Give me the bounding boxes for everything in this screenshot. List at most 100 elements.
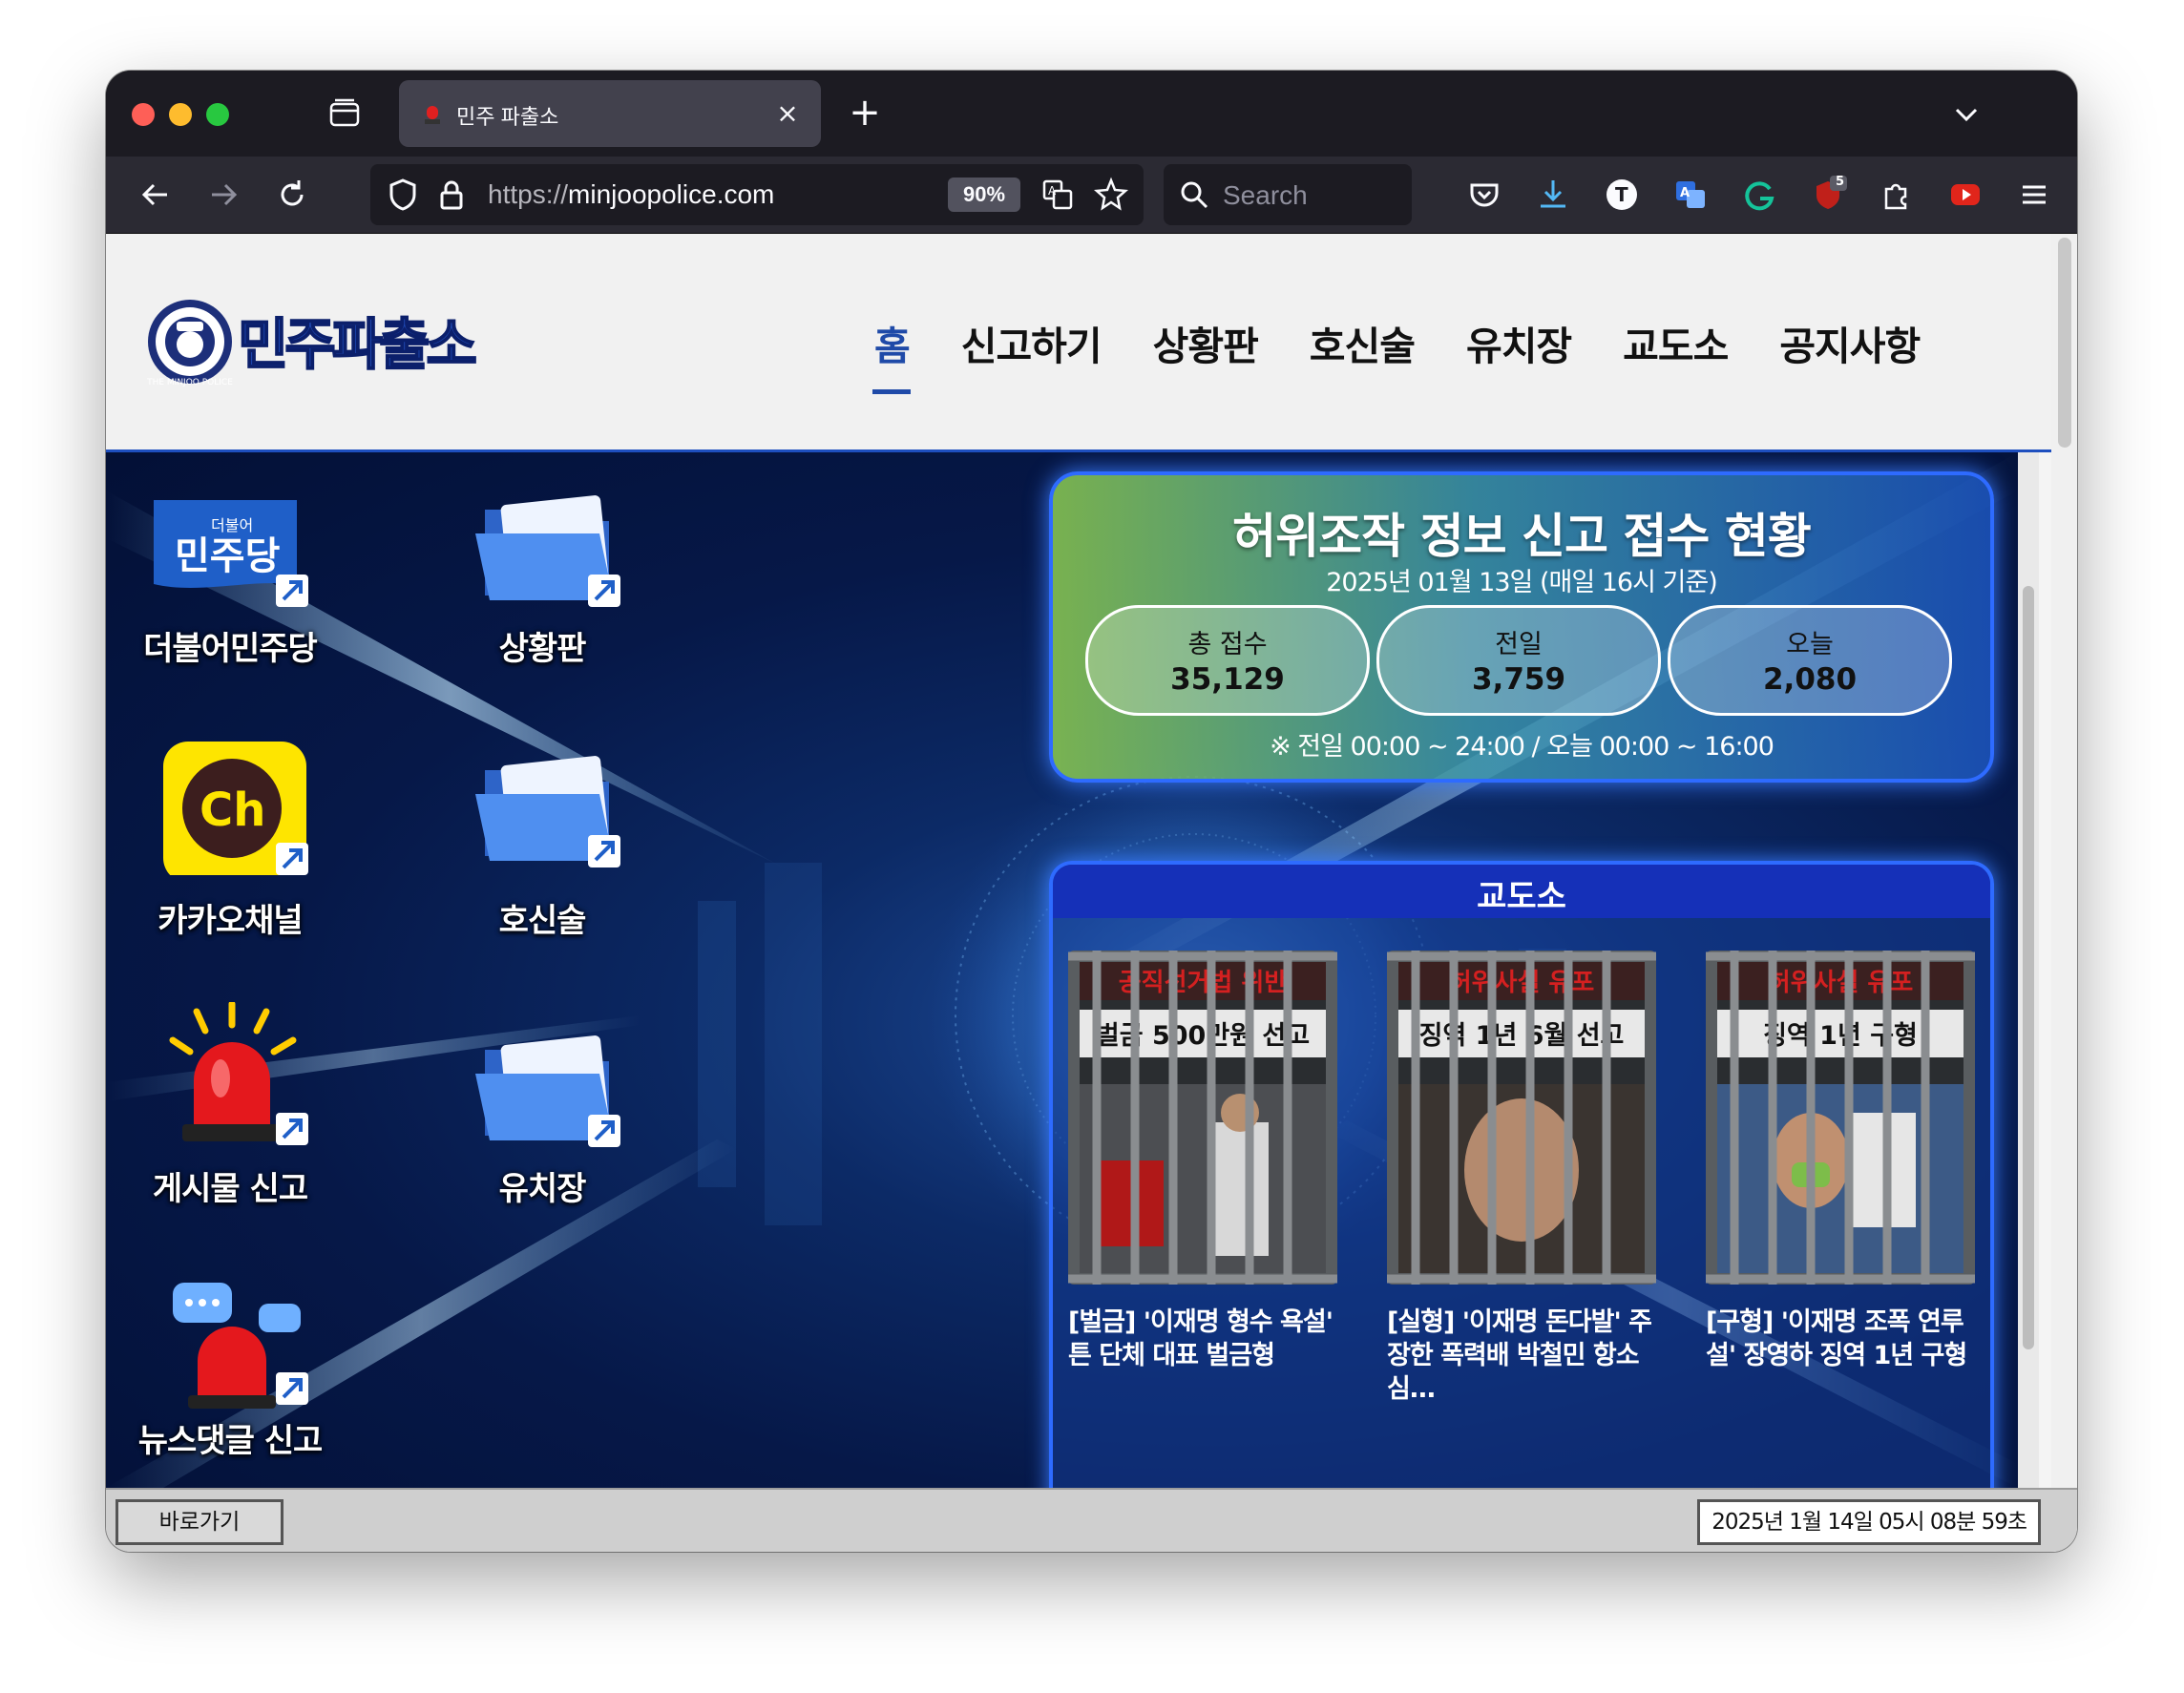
desktop-icon-label: 게시물 신고 — [152, 1170, 308, 1208]
stat-label: 전일 — [1495, 630, 1543, 659]
desktop-icon-label: 호신술 — [498, 902, 587, 940]
nav-self-defense[interactable]: 호신술 — [1284, 314, 1440, 371]
siren-icon — [169, 1002, 308, 1145]
hamburger-menu-icon[interactable] — [2015, 176, 2053, 214]
url-text[interactable]: https://minjoopolice.com — [488, 179, 774, 210]
siren-chat-icon — [173, 1283, 308, 1409]
page-scrollbar[interactable] — [2051, 234, 2077, 1552]
navigation-toolbar: https://minjoopolice.com 90% A Search T … — [106, 157, 2077, 234]
close-window-button[interactable] — [132, 103, 155, 126]
stat-yesterday: 전일 3,759 — [1376, 605, 1661, 716]
svg-text:T: T — [1615, 183, 1628, 206]
close-tab-icon[interactable]: × — [773, 99, 802, 128]
extension-badge: 5 — [1836, 175, 1845, 189]
prison-card-caption[interactable]: [실형] '이재명 돈다발' 주장한 폭력배 박철민 항소심… — [1387, 1306, 1656, 1406]
logo-wordmark: 민주파출소 — [238, 312, 475, 377]
bottom-status-bar: 바로가기 2025년 1월 14일 05시 08분 59초 — [106, 1488, 2077, 1552]
search-bar[interactable]: Search — [1164, 164, 1412, 225]
t-extension-icon[interactable]: T — [1603, 176, 1641, 214]
svg-text:민주당: 민주당 — [175, 534, 281, 578]
zoom-level-badge[interactable]: 90% — [948, 178, 1020, 212]
prison-card[interactable]: 공직선거법 위반 벌금 500만원 선고 [벌금] '이재명 형수 욕설' 튼 … — [1068, 951, 1337, 1372]
chevron-down-icon[interactable] — [1947, 95, 1985, 134]
folder-icon — [475, 756, 620, 867]
svg-text:THE MINJOO POLICE: THE MINJOO POLICE — [146, 378, 233, 387]
prison-card-image: 허위사실 유포 징역 1년 구형 — [1706, 951, 1975, 1285]
folder-icon — [475, 1035, 620, 1147]
download-icon[interactable] — [1534, 176, 1572, 214]
prison-card-image: 허위사실 유포 징역 1년 6월 선고 — [1387, 951, 1656, 1285]
forward-arrow-icon[interactable] — [204, 176, 242, 214]
zoom-window-button[interactable] — [206, 103, 229, 126]
lock-icon[interactable] — [432, 176, 471, 214]
stat-total: 총 접수 35,129 — [1085, 605, 1370, 716]
search-placeholder: Search — [1223, 180, 1308, 210]
hero-scroll-thumb[interactable] — [2023, 586, 2034, 1349]
stat-today: 오늘 2,080 — [1668, 605, 1952, 716]
nav-dashboard[interactable]: 상황판 — [1127, 314, 1284, 371]
grammarly-icon[interactable] — [1740, 176, 1778, 214]
desktop-icon-label: 유치장 — [498, 1170, 587, 1208]
reload-icon[interactable] — [273, 176, 311, 214]
stats-title: 허위조작 정보 신고 접수 현황 — [1232, 509, 1812, 564]
desktop-icon-label: 카카오채널 — [158, 902, 303, 940]
svg-text:Ch: Ch — [200, 784, 265, 837]
svg-text:A: A — [1048, 184, 1057, 198]
prison-card[interactable]: 허위사실 유포 징역 1년 구형 [구형] '이재명 조폭 연루설' 장영하 징… — [1706, 951, 1975, 1372]
back-arrow-icon[interactable] — [136, 176, 175, 214]
desktop-icon-detention[interactable]: 유치장 — [428, 1002, 657, 1222]
desktop-icon-label: 뉴스댓글 신고 — [137, 1422, 324, 1460]
svg-text:징역 1년 구형: 징역 1년 구형 — [1763, 1021, 1918, 1051]
page-scroll-thumb[interactable] — [2058, 238, 2071, 448]
pocket-icon[interactable] — [1465, 176, 1503, 214]
minjoo-police-logo[interactable]: THE MINJOO POLICE 민주파출소 — [144, 289, 507, 394]
url-bar[interactable]: https://minjoopolice.com 90% A — [370, 164, 1144, 225]
desktop-icon-post-report[interactable]: 게시물 신고 — [116, 1002, 345, 1222]
title-bar: 민주 파출소 × + — [106, 71, 2077, 157]
prison-card-image: 공직선거법 위반 벌금 500만원 선고 — [1068, 951, 1337, 1285]
svg-text:더불어: 더불어 — [211, 516, 253, 534]
youtube-extension-icon[interactable] — [1946, 176, 1984, 214]
stat-label: 총 접수 — [1187, 630, 1268, 659]
svg-text:공직선거법 위반: 공직선거법 위반 — [1119, 969, 1288, 997]
minjoo-party-logo-icon: 더불어 민주당 — [154, 500, 308, 607]
stat-label: 오늘 — [1786, 630, 1834, 659]
shield-icon[interactable] — [384, 176, 422, 214]
nav-notice[interactable]: 공지사항 — [1754, 314, 1945, 371]
desktop-icon-label: 더불어민주당 — [143, 630, 318, 668]
stat-value: 3,759 — [1471, 662, 1566, 697]
nav-detention[interactable]: 유치장 — [1440, 314, 1597, 371]
desktop-icon-minjoo-party[interactable]: 더불어 민주당 더불어민주당 — [116, 481, 345, 700]
search-icon — [1181, 181, 1208, 209]
report-stats-panel: 허위조작 정보 신고 접수 현황 2025년 01월 13일 (매일 16시 기… — [1049, 471, 1994, 783]
prison-card[interactable]: 허위사실 유포 징역 1년 6월 선고 [실형] '이재명 돈다발' 주장한 폭… — [1387, 951, 1656, 1406]
prison-card-caption[interactable]: [벌금] '이재명 형수 욕설' 튼 단체 대표 벌금형 — [1068, 1306, 1337, 1372]
shortcut-button[interactable]: 바로가기 — [116, 1499, 284, 1545]
bookmark-star-icon[interactable] — [1092, 176, 1130, 214]
tab-active[interactable]: 민주 파출소 × — [399, 80, 821, 147]
svg-text:A: A — [1680, 186, 1690, 200]
minimize-window-button[interactable] — [169, 103, 192, 126]
prison-panel: 교도소 공직선거법 위반 벌금 500만원 선고 [벌금] '이재명 형수 욕설… — [1049, 861, 1994, 1488]
hero-scrollbar[interactable] — [2018, 452, 2039, 1488]
desktop-icon-news-comment-report[interactable]: 뉴스댓글 신고 — [116, 1275, 345, 1488]
site-header: THE MINJOO POLICE 민주파출소 홈 신고하기 상황판 호신술 유… — [106, 234, 2051, 452]
desktop-icon-dashboard[interactable]: 상황판 — [428, 481, 657, 700]
translator-extension-icon[interactable]: A — [1671, 176, 1710, 214]
prison-title: 교도소 — [1477, 878, 1566, 916]
tab-overview-icon[interactable] — [328, 97, 361, 130]
desktop-icon-kakao-channel[interactable]: Ch 카카오채널 — [116, 742, 345, 961]
new-tab-button[interactable]: + — [844, 92, 886, 134]
nav-report[interactable]: 신고하기 — [935, 314, 1127, 371]
nav-prison[interactable]: 교도소 — [1597, 314, 1754, 371]
translate-icon[interactable]: A — [1039, 176, 1077, 214]
extensions-puzzle-icon[interactable] — [1878, 176, 1916, 214]
prison-card-caption[interactable]: [구형] '이재명 조폭 연루설' 장영하 징역 1년 구형 — [1706, 1306, 1975, 1372]
desktop-icon-self-defense[interactable]: 호신술 — [428, 742, 657, 961]
folder-icon — [475, 495, 620, 607]
nav-home[interactable]: 홈 — [849, 314, 935, 371]
page-viewport: THE MINJOO POLICE 민주파출소 홈 신고하기 상황판 호신술 유… — [106, 234, 2077, 1552]
stat-value: 35,129 — [1170, 662, 1285, 697]
browser-window: 민주 파출소 × + https://minjoopolice.com 90% … — [106, 71, 2077, 1552]
kakao-channel-icon: Ch — [163, 742, 308, 875]
